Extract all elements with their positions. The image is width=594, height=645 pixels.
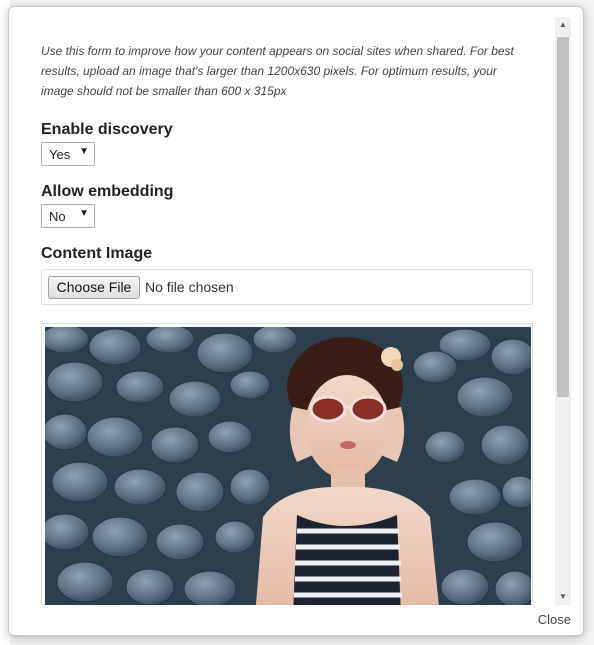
enable-discovery-value: Yes (49, 147, 71, 162)
allow-embedding-select[interactable]: No ▼ (41, 204, 95, 228)
file-status-text: No file chosen (145, 279, 234, 295)
content-image-label: Content Image (41, 245, 153, 262)
preview-photo (45, 327, 531, 605)
modal-dialog: Use this form to improve how your conten… (8, 6, 584, 636)
arrow-down-icon[interactable]: ▼ (555, 589, 571, 605)
modal-scrollbar[interactable]: ▲ ▼ (555, 17, 571, 605)
arrow-up-icon[interactable]: ▲ (555, 17, 571, 33)
content-image-file-input: Choose File No file chosen (41, 269, 533, 305)
scrollbar-thumb[interactable] (557, 37, 569, 397)
enable-discovery-select[interactable]: Yes ▼ (41, 142, 95, 166)
choose-file-button[interactable]: Choose File (48, 276, 140, 299)
allow-embedding-label: Allow embedding (41, 183, 174, 200)
allow-embedding-value: No (49, 209, 66, 224)
content-image-preview (41, 323, 533, 605)
caret-down-icon: ▼ (79, 208, 89, 219)
caret-down-icon: ▼ (79, 146, 89, 157)
enable-discovery-label: Enable discovery (41, 121, 173, 138)
close-button[interactable]: Close (538, 612, 571, 627)
intro-text: Use this form to improve how your conten… (41, 44, 514, 98)
modal-body: Use this form to improve how your conten… (9, 17, 562, 605)
